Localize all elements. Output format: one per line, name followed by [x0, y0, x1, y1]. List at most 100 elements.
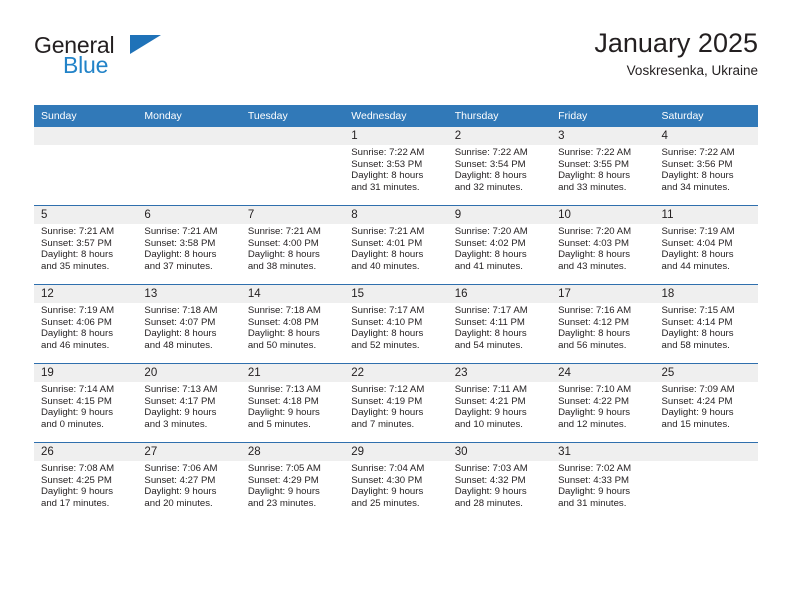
daylight-text-line2: and 12 minutes. [558, 418, 627, 430]
calendar-day-cell[interactable]: 23 Sunrise: 7:11 AM Sunset: 4:21 PM Dayligh… [447, 363, 552, 443]
day-info: Sunrise: 7:18 AM Sunset: 4:08 PM Daylight:… [241, 303, 344, 351]
daylight-text-line1: Daylight: 8 hours [247, 328, 320, 340]
day-number: 3 [558, 130, 565, 142]
calendar-day-cell[interactable]: 26 Sunrise: 7:08 AM Sunset: 4:25 PM Dayligh… [34, 442, 138, 521]
brand-name-blue: Blue [63, 52, 109, 78]
day-info: Sunrise: 7:20 AM Sunset: 4:02 PM Daylight:… [448, 224, 551, 272]
day-number: 29 [351, 446, 365, 458]
sunrise-text: Sunrise: 7:21 AM [41, 226, 115, 237]
sunrise-text: Sunrise: 7:12 AM [351, 384, 425, 395]
sunrise-text: Sunrise: 7:16 AM [558, 305, 632, 316]
sunset-text: Sunset: 3:57 PM [41, 237, 112, 249]
daylight-text-line1: Daylight: 9 hours [351, 407, 424, 419]
daylight-text-line1: Daylight: 8 hours [661, 170, 734, 182]
daylight-text-line1: Daylight: 8 hours [247, 249, 320, 261]
day-number: 4 [661, 130, 668, 142]
day-info: Sunrise: 7:19 AM Sunset: 4:04 PM Daylight:… [655, 224, 758, 272]
daylight-text-line2: and 25 minutes. [351, 497, 420, 509]
day-cell-content: 23 Sunrise: 7:11 AM Sunset: 4:21 PM Dayligh… [447, 364, 552, 442]
calendar-day-cell[interactable]: 13 Sunrise: 7:18 AM Sunset: 4:07 PM Dayligh… [137, 284, 241, 364]
calendar-day-cell[interactable]: 16 Sunrise: 7:17 AM Sunset: 4:11 PM Dayligh… [447, 284, 552, 364]
sunrise-text: Sunrise: 7:14 AM [41, 384, 115, 395]
day-number: 24 [558, 367, 571, 379]
day-cell-content: 24 Sunrise: 7:10 AM Sunset: 4:22 PM Dayligh… [551, 364, 655, 442]
day-cell-content: 28 Sunrise: 7:05 AM Sunset: 4:29 PM Dayligh… [240, 443, 345, 521]
calendar-day-cell[interactable]: 4 Sunrise: 7:22 AM Sunset: 3:56 PM Daylight… [654, 127, 758, 206]
calendar-day-cell[interactable]: 2 Sunrise: 7:22 AM Sunset: 3:54 PM Daylight… [447, 127, 552, 206]
daylight-text-line1: Daylight: 9 hours [247, 486, 320, 498]
day-info: Sunrise: 7:21 AM Sunset: 4:00 PM Daylight:… [241, 224, 344, 272]
daylight-text-line1: Daylight: 8 hours [351, 328, 424, 340]
calendar-day-cell[interactable]: 24 Sunrise: 7:10 AM Sunset: 4:22 PM Dayligh… [551, 363, 655, 443]
day-number: 27 [144, 446, 158, 458]
calendar-day-cell[interactable]: 8 Sunrise: 7:21 AM Sunset: 4:01 PM Daylight… [344, 205, 448, 285]
sunrise-text: Sunrise: 7:17 AM [351, 305, 425, 316]
daylight-text-line2: and 5 minutes. [247, 418, 311, 430]
calendar-day-cell[interactable]: 1 Sunrise: 7:22 AM Sunset: 3:53 PM Daylight… [344, 127, 448, 206]
day-info: Sunrise: 7:06 AM Sunset: 4:27 PM Daylight:… [137, 461, 240, 509]
day-info: Sunrise: 7:22 AM Sunset: 3:56 PM Daylight:… [655, 145, 758, 193]
calendar-day-cell[interactable]: 29 Sunrise: 7:04 AM Sunset: 4:30 PM Dayligh… [344, 442, 448, 521]
calendar-day-cell[interactable]: 9 Sunrise: 7:20 AM Sunset: 4:02 PM Daylight… [447, 205, 552, 285]
daylight-text-line2: and 58 minutes. [661, 339, 730, 351]
sunset-text: Sunset: 4:12 PM [558, 316, 630, 328]
calendar-day-cell[interactable]: 19 Sunrise: 7:14 AM Sunset: 4:15 PM Dayligh… [34, 363, 138, 443]
calendar-day-cell[interactable]: 3 Sunrise: 7:22 AM Sunset: 3:55 PM Daylight… [551, 127, 655, 206]
calendar-day-cell[interactable]: 18 Sunrise: 7:15 AM Sunset: 4:14 PM Dayligh… [654, 284, 758, 364]
calendar-day-cell[interactable]: 10 Sunrise: 7:20 AM Sunset: 4:03 PM Dayligh… [551, 205, 655, 285]
daylight-text-line2: and 38 minutes. [247, 260, 317, 272]
sunrise-text: Sunrise: 7:08 AM [41, 463, 115, 474]
day-info: Sunrise: 7:21 AM Sunset: 4:01 PM Daylight:… [344, 224, 447, 272]
day-info: Sunrise: 7:15 AM Sunset: 4:14 PM Daylight:… [655, 303, 758, 351]
day-number: 2 [454, 130, 462, 142]
day-info: Sunrise: 7:20 AM Sunset: 4:03 PM Daylight:… [551, 224, 654, 272]
sunrise-text: Sunrise: 7:18 AM [144, 305, 218, 316]
day-number: 10 [558, 209, 571, 221]
calendar-day-cell[interactable]: 31 Sunrise: 7:02 AM Sunset: 4:33 PM Dayligh… [551, 442, 655, 521]
calendar-day-cell[interactable]: 7 Sunrise: 7:21 AM Sunset: 4:00 PM Daylight… [240, 205, 345, 285]
sunrise-text: Sunrise: 7:11 AM [454, 384, 528, 395]
calendar-day-cell[interactable]: 12 Sunrise: 7:19 AM Sunset: 4:06 PM Dayligh… [34, 284, 138, 364]
day-number [34, 127, 137, 145]
calendar-day-cell[interactable]: 28 Sunrise: 7:05 AM Sunset: 4:29 PM Dayligh… [240, 442, 345, 521]
day-info: Sunrise: 7:16 AM Sunset: 4:12 PM Daylight:… [551, 303, 654, 351]
weekday-header-tuesday: Tuesday [240, 105, 345, 127]
calendar-day-cell[interactable]: 17 Sunrise: 7:16 AM Sunset: 4:12 PM Dayligh… [551, 284, 655, 364]
sunset-text: Sunset: 4:18 PM [247, 395, 319, 407]
daylight-text-line2: and 32 minutes. [454, 181, 523, 193]
sunrise-text: Sunrise: 7:17 AM [454, 305, 528, 316]
calendar-day-cell[interactable]: 22 Sunrise: 7:12 AM Sunset: 4:19 PM Dayligh… [344, 363, 448, 443]
day-info: Sunrise: 7:19 AM Sunset: 4:06 PM Daylight:… [34, 303, 137, 351]
calendar-day-cell[interactable]: 27 Sunrise: 7:06 AM Sunset: 4:27 PM Dayligh… [137, 442, 241, 521]
sunrise-text: Sunrise: 7:06 AM [144, 463, 218, 474]
day-cell-content: 6 Sunrise: 7:21 AM Sunset: 3:58 PM Daylight… [137, 206, 241, 284]
day-info: Sunrise: 7:11 AM Sunset: 4:21 PM Daylight:… [448, 382, 551, 430]
calendar-day-cell[interactable]: 15 Sunrise: 7:17 AM Sunset: 4:10 PM Dayligh… [344, 284, 448, 364]
sunset-text: Sunset: 4:32 PM [454, 474, 526, 486]
daylight-text-line1: Daylight: 9 hours [144, 407, 217, 419]
calendar-day-cell[interactable]: 21 Sunrise: 7:13 AM Sunset: 4:18 PM Dayligh… [240, 363, 345, 443]
daylight-text-line2: and 52 minutes. [351, 339, 420, 351]
calendar-day-cell[interactable]: 30 Sunrise: 7:03 AM Sunset: 4:32 PM Dayligh… [447, 442, 552, 521]
weekday-header-sunday: Sunday [34, 105, 138, 127]
weekday-header-monday: Monday [137, 105, 241, 127]
calendar-week-row: 26 Sunrise: 7:08 AM Sunset: 4:25 PM Dayligh… [34, 442, 758, 521]
day-cell-content: 11 Sunrise: 7:19 AM Sunset: 4:04 PM Dayligh… [654, 206, 758, 284]
calendar-day-cell[interactable]: 6 Sunrise: 7:21 AM Sunset: 3:58 PM Daylight… [137, 205, 241, 285]
sunrise-text: Sunrise: 7:22 AM [558, 147, 632, 158]
calendar-day-cell[interactable]: 11 Sunrise: 7:19 AM Sunset: 4:04 PM Dayligh… [654, 205, 758, 285]
calendar-day-cell[interactable]: 25 Sunrise: 7:09 AM Sunset: 4:24 PM Dayligh… [654, 363, 758, 443]
calendar-day-cell[interactable]: 14 Sunrise: 7:18 AM Sunset: 4:08 PM Dayligh… [240, 284, 345, 364]
calendar-week-row: 12 Sunrise: 7:19 AM Sunset: 4:06 PM Dayligh… [34, 284, 758, 364]
daylight-text-line2: and 28 minutes. [454, 497, 523, 509]
daylight-text-line2: and 0 minutes. [41, 418, 104, 430]
calendar-day-cell[interactable]: 5 Sunrise: 7:21 AM Sunset: 3:57 PM Daylight… [34, 205, 138, 285]
day-info: Sunrise: 7:12 AM Sunset: 4:19 PM Daylight:… [344, 382, 447, 430]
day-number: 26 [41, 446, 54, 458]
calendar-day-cell[interactable]: 20 Sunrise: 7:13 AM Sunset: 4:17 PM Dayligh… [137, 363, 241, 443]
sunset-text: Sunset: 4:22 PM [558, 395, 630, 407]
calendar-body: 1 Sunrise: 7:22 AM Sunset: 3:53 PM Daylight… [34, 127, 758, 521]
daylight-text-line1: Daylight: 9 hours [558, 486, 631, 498]
daylight-text-line2: and 44 minutes. [661, 260, 730, 272]
weekday-header-saturday: Saturday [654, 105, 758, 127]
